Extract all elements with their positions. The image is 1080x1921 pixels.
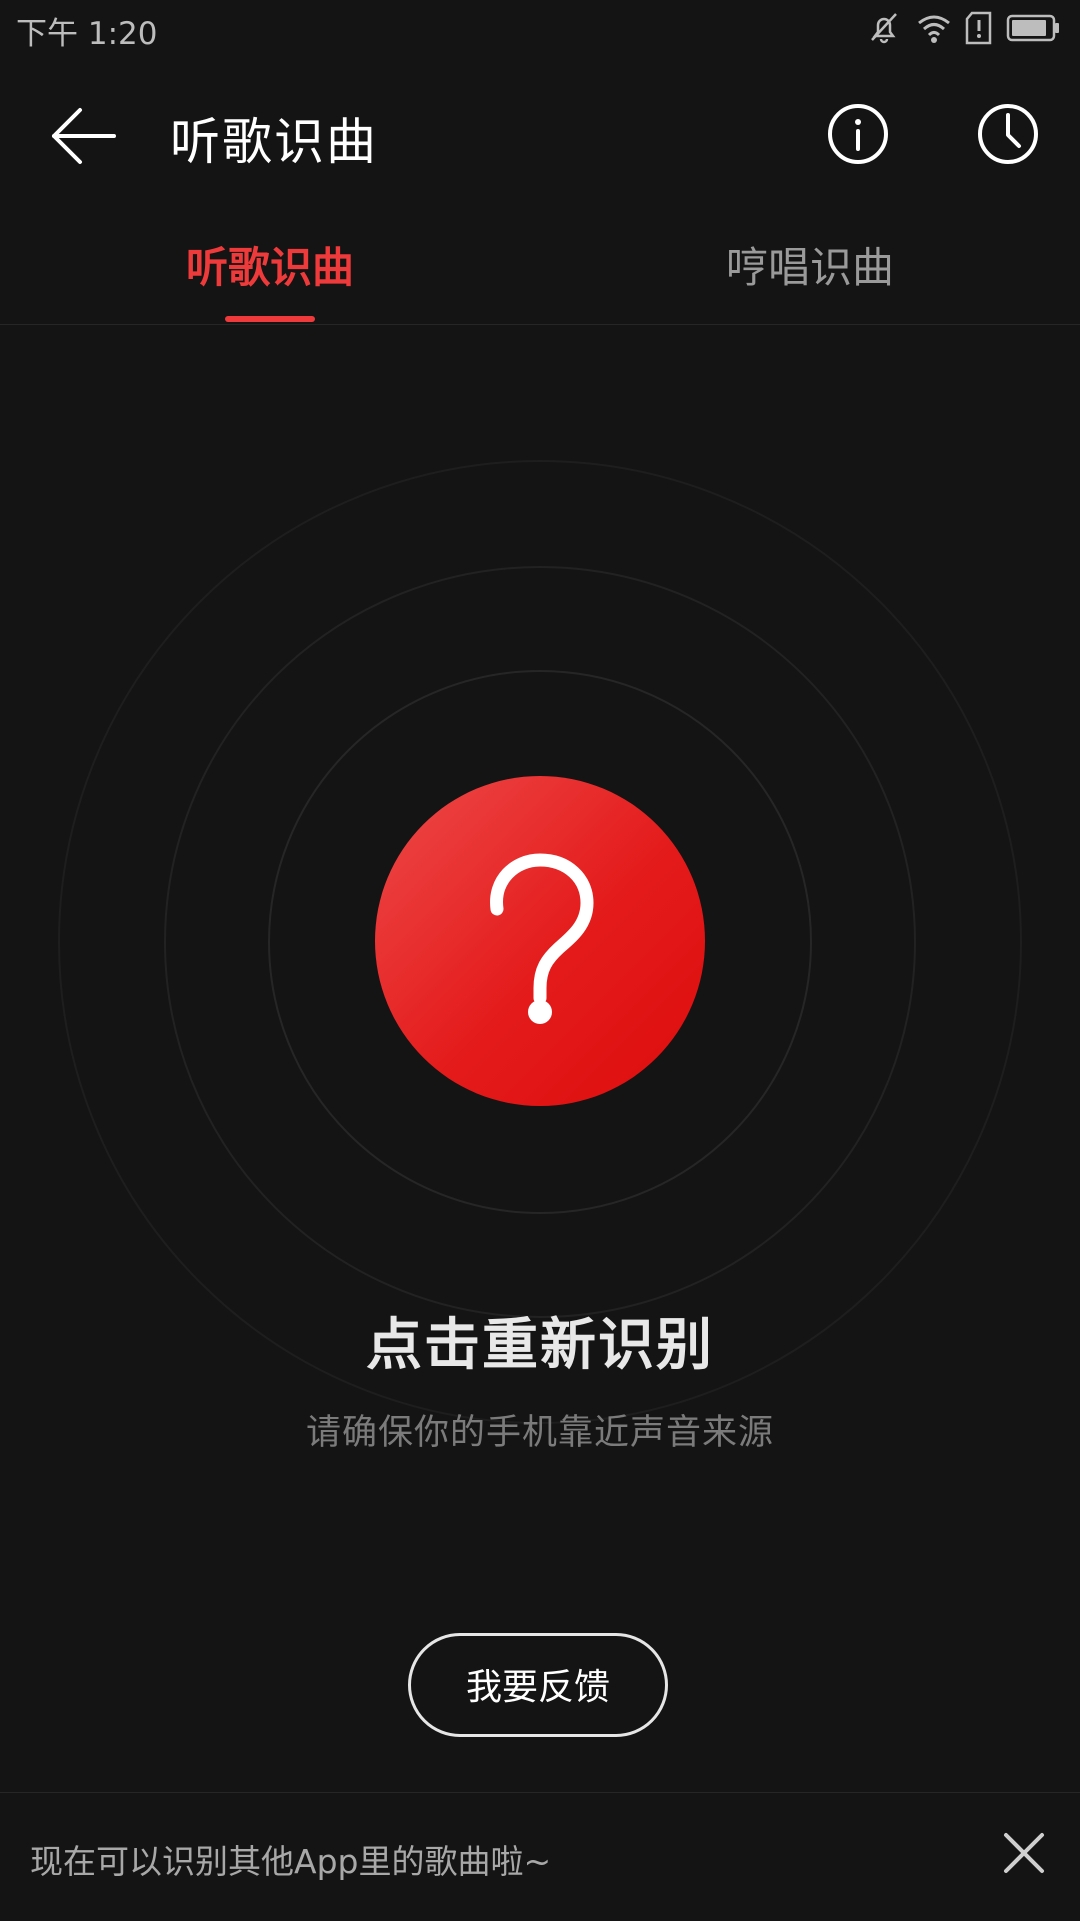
- back-arrow-icon: [52, 108, 116, 164]
- history-button[interactable]: [972, 98, 1044, 170]
- close-icon: [1004, 1833, 1044, 1873]
- banner-close-button[interactable]: [1000, 1829, 1048, 1877]
- bottom-banner: 现在可以识别其他App里的歌曲啦~: [0, 1792, 1080, 1921]
- battery-icon: [1006, 14, 1059, 42]
- feedback-button[interactable]: 我要反馈: [408, 1633, 668, 1737]
- tab-listen-recognize[interactable]: 听歌识曲: [0, 230, 540, 324]
- top-bar: 听歌识曲: [0, 70, 1080, 196]
- sim-alert-icon: [965, 11, 992, 45]
- status-icons: [866, 10, 1066, 46]
- bell-muted-icon: [871, 13, 897, 44]
- page-title: 听歌识曲: [170, 113, 378, 171]
- history-clock-icon: [978, 104, 1038, 164]
- banner-text: 现在可以识别其他App里的歌曲啦~: [30, 1842, 552, 1881]
- back-button[interactable]: [44, 96, 124, 176]
- info-icon: [828, 104, 888, 164]
- active-tab-indicator: [225, 316, 315, 322]
- info-button[interactable]: [822, 98, 894, 170]
- tab-hum-recognize[interactable]: 哼唱识曲: [540, 230, 1080, 324]
- tab-bar: 听歌识曲 哼唱识曲: [0, 230, 1080, 325]
- wifi-icon: [918, 15, 950, 43]
- status-time: 下午 1:20: [16, 16, 158, 52]
- retry-title: 点击重新识别: [366, 1313, 714, 1378]
- status-bar: 下午 1:20: [0, 0, 1080, 56]
- question-mark-icon: [490, 853, 594, 1024]
- recognize-button[interactable]: [375, 776, 705, 1106]
- retry-subtitle: 请确保你的手机靠近声音来源: [305, 1413, 774, 1453]
